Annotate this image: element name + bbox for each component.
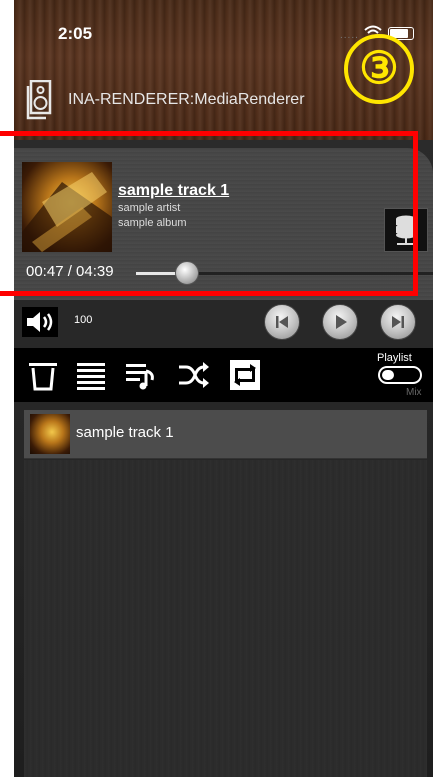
playlist-mix-toggle[interactable]: [378, 366, 422, 384]
highlight-box: [0, 131, 418, 296]
trash-icon[interactable]: [26, 358, 60, 392]
app-screen: 2:05 ..... ③ INA-RENDERER:MediaRenderer …: [14, 0, 433, 777]
mix-label: Mix: [406, 387, 422, 398]
renderer-name[interactable]: INA-RENDERER:MediaRenderer: [68, 91, 305, 109]
list-icon[interactable]: [74, 358, 108, 392]
queue-music-icon[interactable]: [124, 358, 158, 392]
list-item[interactable]: sample track 1: [24, 410, 427, 459]
volume-value: 100: [74, 314, 93, 326]
volume-icon[interactable]: [22, 307, 58, 337]
shuffle-icon[interactable]: [176, 358, 210, 392]
transport-row: 100: [14, 302, 433, 346]
playlist-background: [24, 460, 427, 777]
skip-next-icon: [392, 316, 404, 328]
playlist: sample track 1: [24, 410, 427, 459]
playlist-mode-label: Playlist: [377, 352, 412, 364]
signal-dots: .....: [340, 30, 359, 41]
list-item-title: sample track 1: [76, 424, 174, 441]
next-button[interactable]: [380, 304, 416, 340]
step-badge: ③: [344, 34, 414, 104]
toggle-knob: [382, 370, 394, 380]
previous-button[interactable]: [264, 304, 300, 340]
repeat-icon[interactable]: [228, 358, 262, 392]
playlist-toolbar: Playlist Mix: [14, 348, 433, 402]
header-wood-background: 2:05 ..... ③ INA-RENDERER:MediaRenderer: [14, 0, 433, 140]
speaker-device-icon[interactable]: [26, 80, 52, 120]
play-icon: [336, 315, 347, 329]
status-time: 2:05: [58, 24, 93, 43]
skip-previous-icon: [276, 316, 288, 328]
play-button[interactable]: [322, 304, 358, 340]
track-thumbnail: [30, 414, 70, 454]
